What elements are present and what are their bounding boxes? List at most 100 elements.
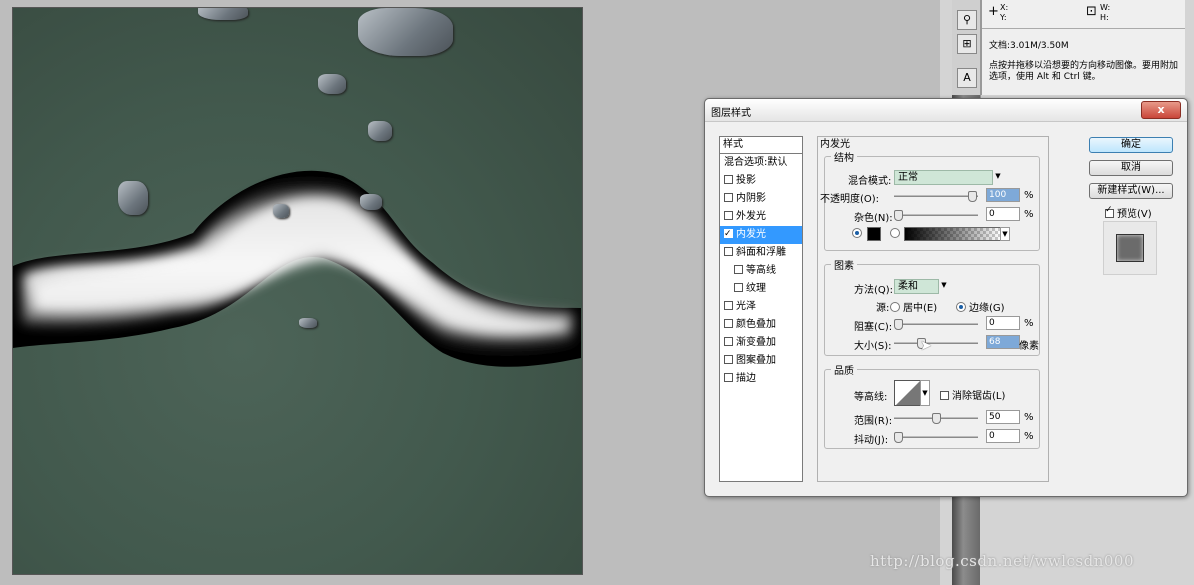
range-input[interactable]: 50 — [986, 410, 1020, 424]
range-unit: % — [1024, 412, 1034, 423]
doc-size: 文档:3.01M/3.50M — [989, 41, 1069, 51]
jitter-input[interactable]: 0 — [986, 429, 1020, 443]
contour-dropdown-icon[interactable]: ▼ — [920, 380, 930, 406]
opacity-slider[interactable] — [894, 191, 978, 202]
style-list-item[interactable]: 光泽 — [720, 298, 802, 316]
inner-glow-settings: 内发光 结构 混合模式: 正常 ▼ 不透明度(O): 100 % 杂色(N): … — [817, 136, 1049, 482]
noise-slider-thumb[interactable] — [894, 210, 903, 221]
style-list-item-label: 纹理 — [746, 283, 766, 294]
size-slider[interactable] — [894, 338, 978, 349]
rock — [118, 181, 148, 215]
range-slider-thumb[interactable] — [932, 413, 941, 424]
rock — [368, 121, 392, 141]
style-list-item[interactable]: 外发光 — [720, 208, 802, 226]
cancel-button[interactable]: 取消 — [1089, 160, 1173, 176]
style-list-item-label: 光泽 — [736, 301, 756, 312]
type-tool-icon[interactable]: ⚲ — [957, 10, 977, 30]
source-edge-label: 边缘(G) — [969, 303, 1005, 314]
style-list-item[interactable]: 投影 — [720, 172, 802, 190]
dialog-title: 图层样式 — [711, 108, 751, 119]
blend-mode-select[interactable]: 正常 — [894, 170, 993, 185]
color-radio[interactable] — [852, 228, 865, 240]
gradient-swatch[interactable] — [904, 227, 1002, 241]
glow-color-swatch[interactable] — [867, 227, 881, 241]
size-unit: 像素 — [1019, 341, 1039, 352]
size-label: 大小(S): — [854, 341, 892, 352]
close-button[interactable]: x — [1141, 101, 1181, 119]
choke-unit: % — [1024, 318, 1034, 329]
style-list-header[interactable]: 样式 — [720, 137, 802, 154]
style-list-item[interactable]: 混合选项:默认 — [720, 154, 802, 172]
watermark: http://blog.csdn.net/wwlcsdn000 — [870, 552, 1134, 570]
text-tool-icon[interactable]: A — [957, 68, 977, 88]
style-checkbox[interactable] — [724, 301, 733, 310]
new-style-button[interactable]: 新建样式(W)... — [1089, 183, 1173, 199]
style-checkbox[interactable] — [724, 193, 733, 202]
style-checkbox[interactable] — [724, 211, 733, 220]
quality-legend: 品质 — [834, 366, 854, 377]
gradient-radio[interactable] — [890, 228, 903, 240]
style-checkbox[interactable] — [724, 373, 733, 382]
contour-thumbnail[interactable] — [894, 380, 922, 406]
jitter-slider-thumb[interactable] — [894, 432, 903, 443]
choke-slider[interactable] — [894, 319, 978, 330]
antialias-checkbox[interactable]: 消除锯齿(L) — [940, 387, 1005, 402]
style-list-item[interactable]: 纹理 — [720, 280, 802, 298]
style-list-item[interactable]: 等高线 — [720, 262, 802, 280]
style-list-item[interactable]: 描边 — [720, 370, 802, 388]
blend-mode-label: 混合模式: — [848, 176, 892, 187]
style-checkbox[interactable] — [724, 225, 733, 243]
dialog-titlebar[interactable]: 图层样式 x — [705, 99, 1187, 122]
style-checkbox[interactable] — [724, 319, 733, 328]
gradient-dropdown-icon[interactable]: ▼ — [1000, 227, 1010, 241]
style-list-item[interactable]: 颜色叠加 — [720, 316, 802, 334]
rock — [318, 74, 346, 94]
style-list-item[interactable]: 内发光 — [720, 225, 802, 244]
antialias-label: 消除锯齿(L) — [952, 391, 1006, 402]
preview-checkbox[interactable]: 预览(V) — [1105, 205, 1152, 220]
choke-input[interactable]: 0 — [986, 316, 1020, 330]
style-checkbox[interactable] — [724, 175, 733, 184]
choke-slider-thumb[interactable] — [894, 319, 903, 330]
document-canvas[interactable] — [12, 7, 583, 575]
ok-button[interactable]: 确定 — [1089, 137, 1173, 153]
chevron-down-icon[interactable]: ▼ — [992, 170, 1004, 183]
style-checkbox[interactable] — [724, 355, 733, 364]
crosshair-icon: + — [988, 4, 999, 19]
section-title: 内发光 — [820, 139, 850, 150]
style-list-item-label: 渐变叠加 — [736, 337, 776, 348]
noise-input[interactable]: 0 — [986, 207, 1020, 221]
style-list-item-label: 图案叠加 — [736, 355, 776, 366]
source-center-radio[interactable]: 居中(E) — [890, 299, 937, 314]
stamp-tool-icon[interactable]: ⊞ — [957, 34, 977, 54]
rock — [299, 318, 317, 328]
style-list-item[interactable]: 内阴影 — [720, 190, 802, 208]
style-checkbox[interactable] — [724, 247, 733, 256]
source-edge-radio[interactable]: 边缘(G) — [956, 299, 1005, 314]
style-list-item-label: 投影 — [736, 175, 756, 186]
style-list-item[interactable]: 渐变叠加 — [720, 334, 802, 352]
style-checkbox[interactable] — [724, 337, 733, 346]
noise-unit: % — [1024, 209, 1034, 220]
style-list-item-label: 斜面和浮雕 — [736, 247, 786, 258]
style-preview — [1103, 221, 1157, 275]
contour-label: 等高线: — [854, 392, 888, 403]
style-list-item[interactable]: 图案叠加 — [720, 352, 802, 370]
technique-select[interactable]: 柔和 — [894, 279, 939, 294]
noise-slider[interactable] — [894, 210, 978, 221]
jitter-slider[interactable] — [894, 432, 978, 443]
structure-legend: 结构 — [834, 153, 854, 164]
opacity-input[interactable]: 100 — [986, 188, 1020, 202]
style-list-item[interactable]: 斜面和浮雕 — [720, 244, 802, 262]
style-list-item-label: 等高线 — [746, 265, 776, 276]
style-checkbox[interactable] — [734, 283, 743, 292]
opacity-slider-thumb[interactable] — [968, 191, 977, 202]
chevron-down-icon[interactable]: ▼ — [938, 279, 950, 292]
size-input[interactable]: 68 — [986, 335, 1020, 349]
source-label: 源: — [876, 303, 890, 314]
style-list-item-label: 描边 — [736, 373, 756, 384]
style-checkbox[interactable] — [734, 265, 743, 274]
noise-label: 杂色(N): — [854, 213, 893, 224]
preview-swatch — [1116, 234, 1144, 262]
range-slider[interactable] — [894, 413, 978, 424]
